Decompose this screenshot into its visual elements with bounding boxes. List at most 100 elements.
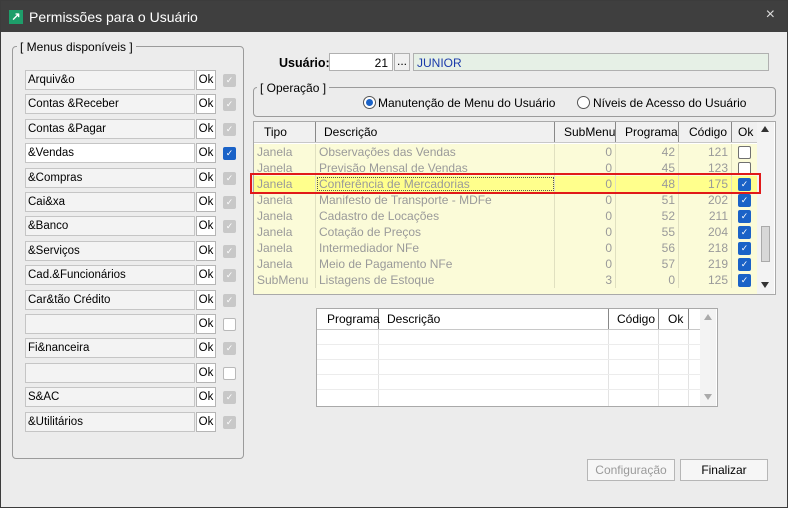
menu-item-label[interactable]: &Compras <box>25 167 195 188</box>
menu-item-label[interactable] <box>25 362 195 383</box>
grid-row[interactable]: Janela Cotação de Preços 0 55 204 ✓ <box>254 224 757 240</box>
menu-checkbox[interactable]: ✓ <box>223 122 236 136</box>
menu-item-label[interactable]: &Serviços <box>25 240 195 261</box>
programs-grid[interactable]: Tipo Descrição SubMenu Programa Código O… <box>253 121 776 295</box>
grid-ok-checkbox[interactable]: ✓ <box>738 210 751 223</box>
menu-item[interactable]: Fi&nanceira Ok ✓ <box>25 338 237 359</box>
menu-ok-button[interactable]: Ok <box>196 362 216 383</box>
grid-ok-checkbox[interactable] <box>738 146 751 159</box>
menu-checkbox[interactable]: ✓ <box>223 342 236 356</box>
col-descricao[interactable]: Descrição <box>316 122 555 142</box>
menu-checkbox[interactable]: ✓ <box>223 293 236 307</box>
col-codigo[interactable]: Código <box>679 122 732 142</box>
menu-item-label[interactable]: Contas &Receber <box>25 94 195 115</box>
menu-item[interactable]: &Compras Ok ✓ <box>25 167 237 188</box>
details-scroll-up-icon[interactable] <box>704 314 712 320</box>
details-grid[interactable]: Programa Descrição Código Ok <box>316 308 718 407</box>
menu-ok-button[interactable]: Ok <box>196 118 216 139</box>
menu-checkbox[interactable]: ✓ <box>223 415 236 429</box>
menu-item-label[interactable]: &Vendas <box>25 143 195 164</box>
menu-ok-button[interactable]: Ok <box>196 265 216 286</box>
col-tipo[interactable]: Tipo <box>254 122 316 142</box>
menu-item-label[interactable]: Contas &Pagar <box>25 118 195 139</box>
menu-item-label[interactable]: &Utilitários <box>25 411 195 432</box>
usuario-code-input[interactable]: 21 <box>329 53 393 71</box>
menu-item-label[interactable] <box>25 314 195 334</box>
menu-ok-button[interactable]: Ok <box>196 338 216 359</box>
menu-ok-button[interactable]: Ok <box>196 411 216 432</box>
menu-ok-button[interactable]: Ok <box>196 192 216 212</box>
menu-checkbox[interactable]: ✓ <box>223 147 236 161</box>
col-sub-programa[interactable]: Programa <box>317 309 380 329</box>
scroll-down-arrow-icon[interactable] <box>761 282 769 288</box>
col-submenu[interactable]: SubMenu <box>555 122 616 142</box>
menu-checkbox[interactable] <box>223 366 236 380</box>
menu-item-label[interactable]: Arquiv&o <box>25 70 195 90</box>
details-scroll-down-icon[interactable] <box>704 394 712 400</box>
menu-item[interactable]: &Banco Ok ✓ <box>25 216 237 237</box>
grid-row[interactable]: Janela Cadastro de Locações 0 52 211 ✓ <box>254 208 757 224</box>
menu-ok-button[interactable]: Ok <box>196 143 216 164</box>
grid-ok-checkbox[interactable]: ✓ <box>738 242 751 255</box>
menu-item[interactable]: Contas &Receber Ok ✓ <box>25 94 237 115</box>
menu-checkbox[interactable]: ✓ <box>223 220 236 234</box>
grid-ok-checkbox[interactable]: ✓ <box>738 258 751 271</box>
menu-ok-button[interactable]: Ok <box>196 70 216 90</box>
col-sub-codigo[interactable]: Código <box>609 309 659 329</box>
menu-ok-button[interactable]: Ok <box>196 167 216 188</box>
col-programa[interactable]: Programa <box>616 122 679 142</box>
menu-checkbox[interactable]: ✓ <box>223 244 236 258</box>
menu-item-label[interactable]: Cai&xa <box>25 192 195 212</box>
menu-ok-button[interactable]: Ok <box>196 216 216 237</box>
menu-item-label[interactable]: Fi&nanceira <box>25 338 195 359</box>
menu-checkbox[interactable]: ✓ <box>223 391 236 405</box>
col-sub-descricao[interactable]: Descrição <box>379 309 609 329</box>
radio-manutencao[interactable] <box>363 96 376 109</box>
menu-item[interactable]: &Utilitários Ok ✓ <box>25 411 237 432</box>
grid-scrollbar[interactable] <box>757 122 774 294</box>
grid-ok-checkbox[interactable]: ✓ <box>738 194 751 207</box>
grid-row[interactable]: Janela Observações das Vendas 0 42 121 <box>254 144 757 160</box>
menu-item-label[interactable]: &Banco <box>25 216 195 237</box>
menu-checkbox[interactable]: ✓ <box>223 98 236 112</box>
grid-ok-checkbox[interactable]: ✓ <box>738 274 751 287</box>
scroll-up-arrow-icon[interactable] <box>761 126 769 132</box>
menu-item-label[interactable]: S&AC <box>25 387 195 408</box>
menu-item-label[interactable]: Cad.&Funcionários <box>25 265 195 286</box>
menu-checkbox[interactable] <box>223 318 236 331</box>
menu-item[interactable]: Arquiv&o Ok ✓ <box>25 70 237 90</box>
scroll-thumb[interactable] <box>761 226 770 262</box>
menu-ok-button[interactable]: Ok <box>196 314 216 334</box>
col-sub-ok[interactable]: Ok <box>659 309 689 329</box>
menu-item[interactable]: Car&tão Crédito Ok ✓ <box>25 289 237 310</box>
details-scrollbar[interactable] <box>700 309 716 406</box>
radio-niveis[interactable] <box>577 96 590 109</box>
close-icon[interactable]: × <box>766 6 775 24</box>
menu-checkbox[interactable]: ✓ <box>223 74 236 87</box>
menu-ok-button[interactable]: Ok <box>196 240 216 261</box>
grid-ok-checkbox[interactable]: ✓ <box>738 226 751 239</box>
menu-checkbox[interactable]: ✓ <box>223 196 236 209</box>
menu-item[interactable]: Ok <box>25 362 237 383</box>
menu-item[interactable]: &Vendas Ok ✓ <box>25 143 237 164</box>
menu-checkbox[interactable]: ✓ <box>223 171 236 185</box>
menu-ok-button[interactable]: Ok <box>196 387 216 408</box>
finalizar-button[interactable]: Finalizar <box>680 459 768 481</box>
menu-item[interactable]: Cad.&Funcionários Ok ✓ <box>25 265 237 286</box>
menu-item[interactable]: Cai&xa Ok ✓ <box>25 192 237 212</box>
grid-row[interactable]: Janela Manifesto de Transporte - MDFe 0 51 2… <box>254 192 757 208</box>
menu-checkbox[interactable]: ✓ <box>223 269 236 283</box>
menu-item[interactable]: Ok <box>25 314 237 334</box>
menu-ok-button[interactable]: Ok <box>196 289 216 310</box>
col-ok[interactable]: Ok <box>732 122 757 142</box>
menu-item-label[interactable]: Car&tão Crédito <box>25 289 195 310</box>
grid-row[interactable]: Janela Meio de Pagamento NFe 0 57 219 ✓ <box>254 256 757 272</box>
grid-row[interactable]: SubMenu Listagens de Estoque 3 0 125 ✓ <box>254 272 757 288</box>
configuracao-button[interactable]: Configuração <box>587 459 675 481</box>
menu-item[interactable]: &Serviços Ok ✓ <box>25 240 237 261</box>
grid-row[interactable]: Janela Intermediador NFe 0 56 218 ✓ <box>254 240 757 256</box>
menu-item[interactable]: S&AC Ok ✓ <box>25 387 237 408</box>
usuario-browse-button[interactable]: ... <box>394 53 410 71</box>
menu-ok-button[interactable]: Ok <box>196 94 216 115</box>
menu-item[interactable]: Contas &Pagar Ok ✓ <box>25 118 237 139</box>
